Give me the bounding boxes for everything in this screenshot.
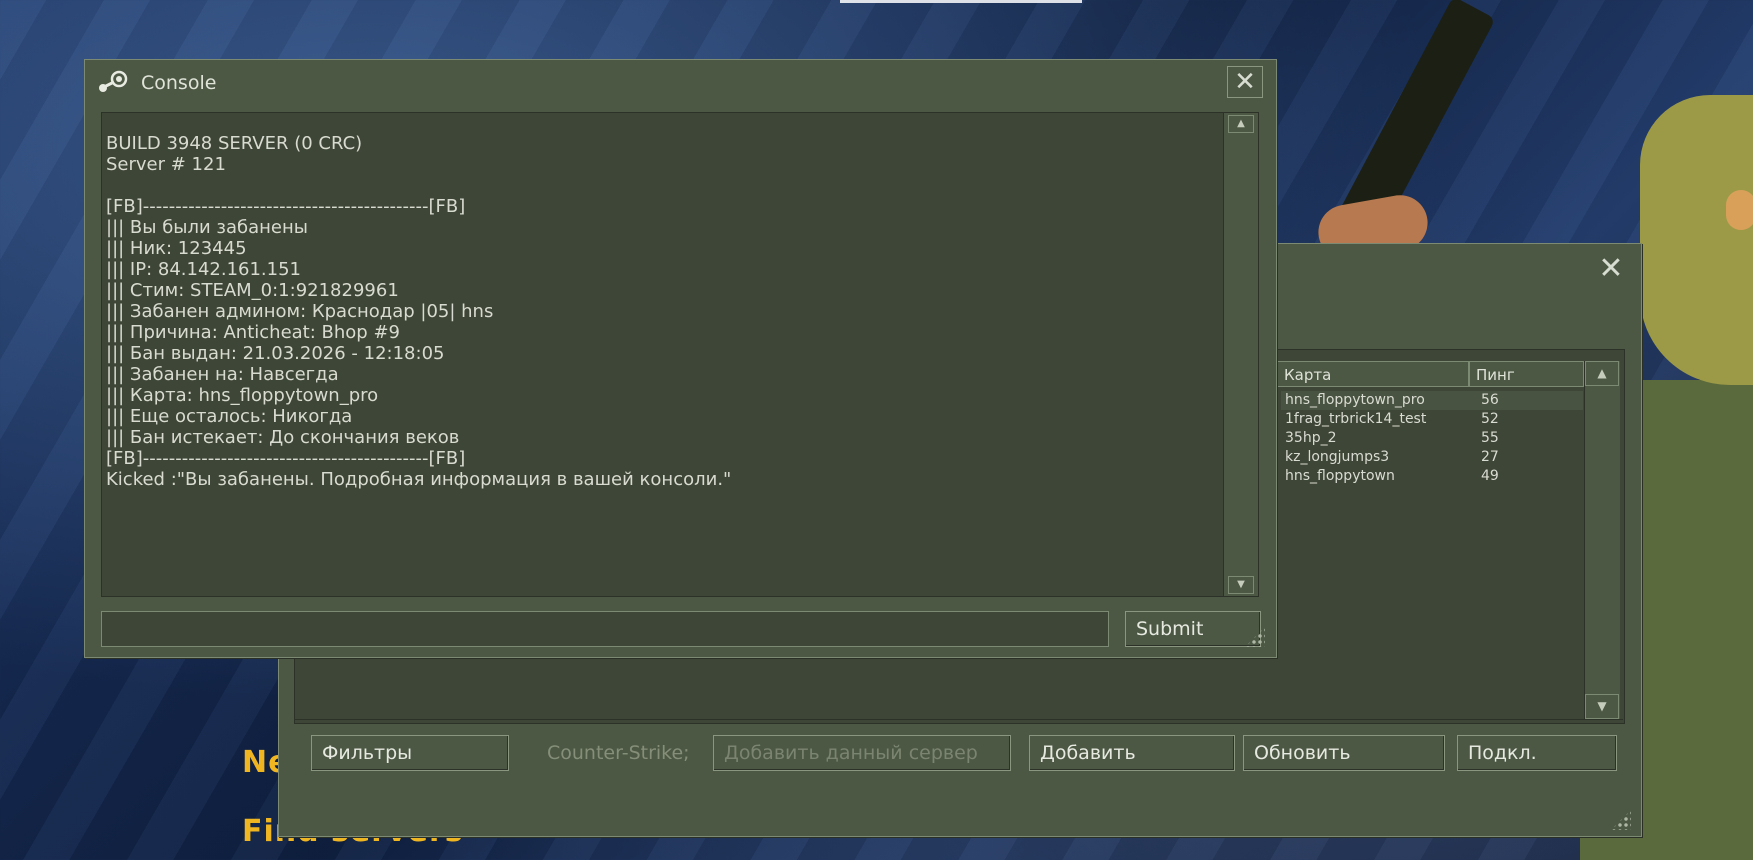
scroll-down-icon[interactable]: ▼: [1228, 576, 1254, 594]
console-scrollbar[interactable]: ▲ ▼: [1223, 113, 1258, 596]
console-line: Kicked :"Вы забанены. Подробная информац…: [106, 469, 732, 490]
add-current-server-button[interactable]: Добавить данный сервер: [713, 735, 1011, 771]
browser-close-button[interactable]: ✕: [1593, 254, 1629, 284]
column-header-ping[interactable]: Пинг: [1469, 361, 1584, 387]
server-ping: 27: [1481, 449, 1499, 465]
resize-grip-icon[interactable]: [1611, 810, 1631, 830]
server-row[interactable]: 1frag_trbrick14_test 52: [1281, 410, 1583, 429]
server-map: 1frag_trbrick14_test: [1285, 411, 1427, 427]
column-header-map[interactable]: Карта: [1277, 361, 1469, 387]
server-map: 35hp_2: [1285, 430, 1337, 446]
scroll-up-icon[interactable]: ▲: [1228, 115, 1254, 133]
server-map: hns_floppytown_pro: [1285, 392, 1425, 408]
console-line: ||| Еще осталось: Никогда: [106, 406, 353, 427]
console-line: ||| IP: 84.142.161.151: [106, 259, 302, 280]
console-line: ||| Забанен на: Навсегда: [106, 364, 339, 385]
soldier-eye-art: [1726, 190, 1753, 230]
scroll-up-icon[interactable]: ▲: [1585, 361, 1619, 386]
scroll-down-icon[interactable]: ▼: [1585, 694, 1619, 719]
server-map: kz_longjumps3: [1285, 449, 1390, 465]
console-line: ||| Ник: 123445: [106, 238, 247, 259]
console-line: [FB]------------------------------------…: [106, 196, 466, 217]
console-command-input[interactable]: [101, 611, 1109, 647]
console-line: ||| Бан истекает: До скончания веков: [106, 427, 460, 448]
top-highlight-bar: [840, 0, 1082, 3]
submit-button[interactable]: Submit: [1125, 611, 1261, 647]
server-list-scrollbar[interactable]: ▲ ▼: [1584, 361, 1620, 719]
console-line: BUILD 3948 SERVER (0 CRC): [106, 133, 363, 154]
server-map: hns_floppytown: [1285, 468, 1395, 484]
refresh-button[interactable]: Обновить: [1243, 735, 1445, 771]
console-line: ||| Карта: hns_floppytown_pro: [106, 385, 379, 406]
server-row[interactable]: kz_longjumps3 27: [1281, 448, 1583, 467]
console-line: ||| Бан выдан: 21.03.2026 - 12:18:05: [106, 343, 445, 364]
filters-button[interactable]: Фильтры: [311, 735, 509, 771]
server-row[interactable]: 35hp_2 55: [1281, 429, 1583, 448]
server-ping: 52: [1481, 411, 1499, 427]
add-server-button[interactable]: Добавить: [1029, 735, 1235, 771]
console-line: ||| Вы были забанены: [106, 217, 308, 238]
console-line: ||| Забанен админом: Краснодар |05| hns: [106, 301, 494, 322]
server-row[interactable]: hns_floppytown 49: [1281, 467, 1583, 486]
console-line: ||| Стим: STEAM_0:1:921829961: [106, 280, 399, 301]
console-title: Console: [141, 72, 217, 94]
console-output: BUILD 3948 SERVER (0 CRC) Server # 121 [F…: [101, 112, 1259, 597]
connect-button[interactable]: Подкл.: [1457, 735, 1617, 771]
server-ping: 56: [1481, 392, 1499, 408]
server-ping: 55: [1481, 430, 1499, 446]
soldier-mask-art: [1640, 95, 1753, 385]
server-row[interactable]: hns_floppytown_pro 56: [1281, 391, 1583, 410]
steam-logo-icon: [99, 70, 128, 92]
game-filter-label: Counter-Strike;: [547, 742, 690, 764]
console-log: BUILD 3948 SERVER (0 CRC) Server # 121 [F…: [106, 133, 731, 490]
server-ping: 49: [1481, 468, 1499, 484]
console-line: ||| Причина: Anticheat: Bhop #9: [106, 322, 400, 343]
console-window: Console ✕ BUILD 3948 SERVER (0 CRC) Serve…: [84, 59, 1277, 658]
console-line: [FB]------------------------------------…: [106, 448, 466, 469]
console-line: Server # 121: [106, 154, 226, 175]
console-close-button[interactable]: ✕: [1227, 66, 1263, 98]
